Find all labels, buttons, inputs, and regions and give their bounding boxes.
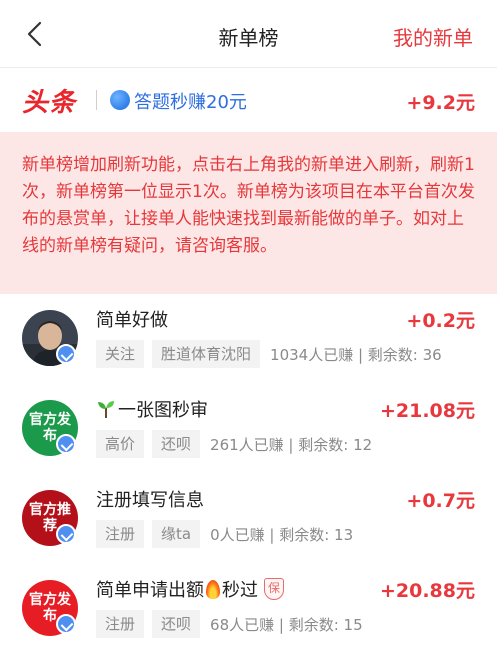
task-tag: 注册 (96, 610, 145, 638)
task-name: 简单好做 (96, 310, 168, 331)
guarantee-shield-icon: 保 (264, 578, 284, 600)
featured-title[interactable]: 答题秒赚20元 (134, 88, 247, 114)
fire-icon (206, 579, 220, 599)
task-tag: 注册 (96, 520, 145, 548)
task-tag: 还呗 (152, 430, 201, 458)
task-tag: 高价 (96, 430, 145, 458)
task-name: 注册填写信息 (96, 490, 204, 511)
task-tag: 还呗 (152, 610, 201, 638)
task-name-suffix: 秒过 (222, 580, 258, 601)
task-item[interactable]: 简单好做 +0.2元 关注 胜道体育沈阳 1034人已赚 | 剩余数: 36 (0, 296, 497, 386)
toutiao-logo: 头条 (22, 88, 77, 118)
verified-badge-icon (56, 344, 76, 364)
task-meta: 关注 胜道体育沈阳 1034人已赚 | 剩余数: 36 (96, 340, 442, 368)
verified-badge-icon (56, 524, 76, 544)
verified-badge-icon (56, 434, 76, 454)
notice-banner: 新单榜增加刷新功能，点击右上角我的新单进入刷新，刷新1次，新单榜第一位显示1次。… (0, 132, 497, 294)
task-item[interactable]: 官方推荐 注册填写信息 +0.7元 注册 缘ta 0人已赚 | 剩余数: 13 (0, 476, 497, 566)
task-reward: +21.08元 (379, 400, 475, 422)
task-name-wrap: 一张图秒审 (96, 396, 208, 422)
task-stats: 68人已赚 | 剩余数: 15 (210, 615, 363, 634)
task-reward: +20.88元 (379, 580, 475, 602)
task-meta: 注册 缘ta 0人已赚 | 剩余数: 13 (96, 520, 353, 548)
featured-reward: +9.2元 (406, 92, 475, 114)
top-nav-bar: 新单榜 我的新单 (0, 0, 497, 68)
task-reward: +0.7元 (406, 490, 475, 512)
blue-dot-icon (110, 90, 130, 110)
my-orders-link[interactable]: 我的新单 (393, 22, 473, 51)
task-item[interactable]: 官方发布 一张图秒审 +21.08元 高价 还呗 261人已赚 | 剩余数: 1… (0, 386, 497, 476)
sprout-icon (98, 401, 114, 418)
task-meta: 注册 还呗 68人已赚 | 剩余数: 15 (96, 610, 363, 638)
task-tag: 关注 (96, 340, 145, 368)
divider (96, 90, 97, 110)
task-stats: 261人已赚 | 剩余数: 12 (210, 435, 373, 454)
task-reward: +0.2元 (406, 310, 475, 332)
task-stats: 0人已赚 | 剩余数: 13 (210, 525, 354, 544)
task-name: 一张图秒审 (118, 400, 208, 421)
verified-badge-icon (56, 614, 76, 634)
task-stats: 1034人已赚 | 剩余数: 36 (270, 345, 442, 364)
task-meta: 高价 还呗 261人已赚 | 剩余数: 12 (96, 430, 372, 458)
task-name: 简单申请出额 (96, 580, 204, 601)
task-item[interactable]: 官方发布 简单申请出额 秒过 保 +20.88元 注册 还呗 68人已赚 | 剩… (0, 566, 497, 650)
task-tag: 胜道体育沈阳 (152, 340, 261, 368)
task-tag: 缘ta (152, 520, 201, 548)
notice-text: 新单榜增加刷新功能，点击右上角我的新单进入刷新，刷新1次，新单榜第一位显示1次。… (22, 155, 475, 256)
featured-task[interactable]: 头条 答题秒赚20元 +9.2元 (0, 68, 497, 132)
task-name-wrap: 简单申请出额 秒过 保 (96, 576, 284, 602)
